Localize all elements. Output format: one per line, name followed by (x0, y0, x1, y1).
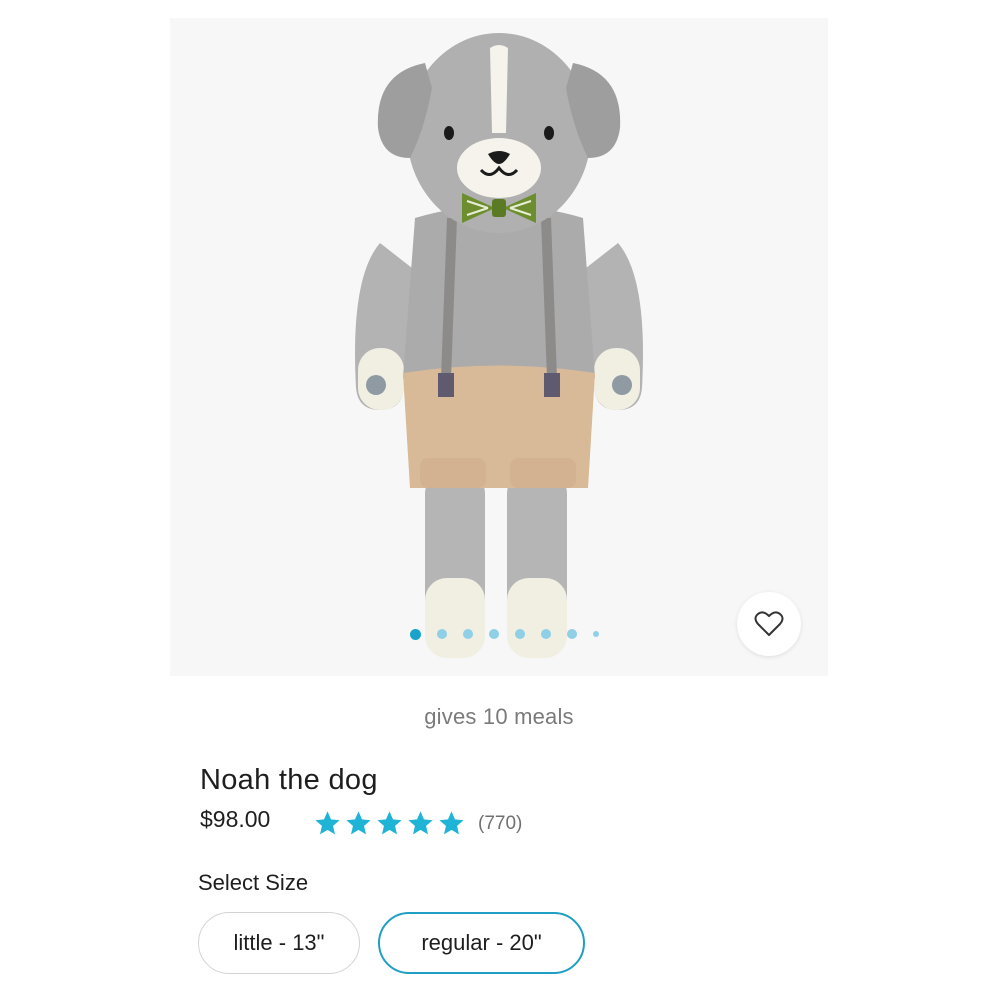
star-icon (346, 811, 371, 835)
size-option-label: little - 13" (233, 930, 325, 955)
heart-outline-icon (754, 611, 784, 636)
carousel-dot-4[interactable] (489, 629, 499, 639)
star-icon (315, 811, 340, 835)
product-title: Noah the dog (200, 764, 378, 796)
meals-donation-text: gives 10 meals (424, 704, 574, 729)
select-size-label: Select Size (198, 870, 309, 895)
product-info: gives 10 meals Noah the dog $98.00 (770)… (170, 676, 828, 1000)
product-image (355, 33, 643, 658)
carousel-dot-7[interactable] (567, 629, 577, 639)
star-icon (408, 811, 433, 835)
star-icon (377, 811, 402, 835)
carousel-dot-3[interactable] (463, 629, 473, 639)
star-icon (439, 811, 464, 835)
carousel-indicators (410, 628, 610, 640)
carousel-dot-2[interactable] (437, 629, 447, 639)
product-price: $98.00 (200, 806, 271, 832)
product-image-carousel[interactable] (170, 18, 828, 676)
size-option-regular[interactable]: regular - 20" (378, 912, 585, 974)
size-option-little[interactable]: little - 13" (198, 912, 360, 974)
carousel-dot-5[interactable] (515, 629, 525, 639)
size-option-label: regular - 20" (421, 930, 542, 955)
carousel-dot-1[interactable] (410, 628, 421, 640)
product-rating[interactable]: (770) (313, 809, 522, 838)
favorite-button[interactable] (737, 592, 801, 656)
carousel-dot-6[interactable] (541, 629, 551, 639)
review-count[interactable]: (770) (478, 813, 522, 835)
product-page: gives 10 meals Noah the dog $98.00 (770)… (0, 0, 1000, 1000)
carousel-dot-8[interactable] (593, 631, 599, 637)
